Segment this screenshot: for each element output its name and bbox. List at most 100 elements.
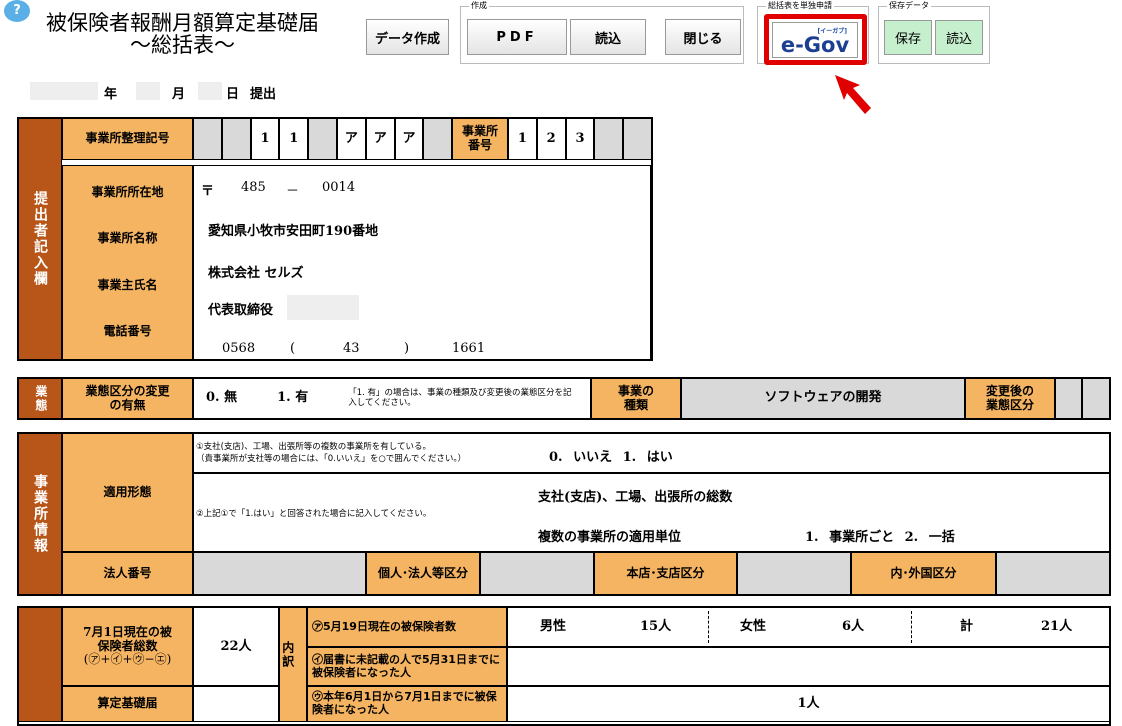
domestic-label: 内･外国区分	[851, 552, 996, 595]
address-label: 事業所所在地	[91, 185, 164, 200]
address-labels: 事業所所在地 事業所名称事業主氏名電話番号	[62, 165, 193, 360]
q1-options[interactable]: 0. いいえ 1. はい	[549, 446, 673, 465]
corp-number-label: 法人番号	[62, 552, 193, 595]
corp-number-value[interactable]	[193, 552, 366, 595]
business-type-value[interactable]: ソフトウェアの開発	[681, 378, 965, 419]
b-label: ㋑届書に未記載の人で5月31日までに被保険者になった人	[307, 647, 507, 686]
page-title: 被保険者報酬月額算定基礎届 ～総括表～	[46, 11, 319, 57]
office-number-cell[interactable]: 1	[508, 118, 537, 160]
owner-value[interactable]: 代表取締役	[208, 299, 273, 318]
office-number-cell[interactable]	[623, 118, 652, 160]
year-field[interactable]	[30, 82, 98, 100]
branch-value[interactable]	[737, 552, 851, 595]
tel-2[interactable]: 43	[343, 341, 360, 356]
office-code-cell[interactable]: 1	[250, 118, 280, 160]
office-code-label: 事業所整理記号	[62, 118, 193, 160]
office-number-cell[interactable]: 3	[565, 118, 595, 160]
day-label: 日	[226, 87, 240, 102]
female-label: 女性	[740, 618, 767, 634]
unit-label: 複数の事業所の適用単位	[538, 530, 682, 545]
owner-name-field[interactable]	[287, 295, 359, 320]
month-field[interactable]	[136, 82, 160, 100]
tel-close: )	[404, 341, 410, 356]
egov-button[interactable]: [イーガブ] e-Gov	[772, 22, 858, 58]
sum-count: 21人	[1041, 618, 1073, 634]
postal-code-2[interactable]: 0014	[322, 180, 355, 195]
tel-3[interactable]: 1661	[452, 341, 485, 356]
office-name-value[interactable]: 株式会社 セルズ	[208, 262, 304, 281]
unit-options[interactable]: 1. 事業所ごと 2. 一括	[805, 526, 955, 545]
office-code-cell[interactable]: ア	[394, 118, 424, 160]
office-code-cell[interactable]: ア	[365, 118, 395, 160]
change-note: 「1. 有」の場合は、事業の種類及び変更後の業態区分を記入してください。	[348, 387, 572, 408]
total-label: 支社(支店)、工場、出張所の総数	[538, 490, 733, 505]
a-row: 男性 15人 女性 6人 計 21人	[507, 607, 1110, 647]
change-options[interactable]: 0. 無 1. 有 「1. 有」の場合は、事業の種類及び変更後の業態区分を記入してく…	[193, 378, 591, 419]
business-type-label: 事業の種類	[591, 378, 681, 419]
egov-logo: e-Gov	[780, 32, 850, 57]
office-info-side-label: 事業所情報	[18, 433, 62, 595]
tel-open: (	[290, 341, 296, 356]
postal-mark: 〒	[201, 184, 215, 199]
office-code-cell[interactable]	[423, 118, 453, 160]
postal-dash: －	[286, 184, 300, 199]
male-count: 15人	[640, 618, 672, 634]
b-row[interactable]	[507, 647, 1110, 686]
male-label: 男性	[540, 618, 567, 634]
owner-label: 事業主氏名	[97, 277, 158, 292]
breakdown-label: 内訳	[279, 607, 307, 722]
opt-0: 0. 無	[206, 390, 238, 406]
insured-total-formula: (㋐+㋑+㋒−㋓)	[83, 652, 172, 667]
tel-1[interactable]: 0568	[222, 341, 255, 356]
read-button[interactable]: 読込	[570, 19, 646, 55]
submit-label: 提出	[250, 87, 277, 102]
row-divider-2	[911, 611, 912, 643]
help-icon[interactable]: ?	[4, 0, 30, 22]
office-code-cell[interactable]: 1	[279, 118, 309, 160]
insured-total-title: 7月1日現在の被保険者総数	[83, 624, 172, 653]
pdf-button[interactable]: PDF	[467, 19, 567, 55]
month-label: 月	[172, 87, 186, 102]
base-label: 算定基礎届	[62, 686, 193, 722]
name-label: 事業所名称	[97, 231, 158, 246]
pointer-arrow-icon	[835, 75, 871, 114]
address-value[interactable]: 愛知県小牧市安田町190番地	[208, 220, 378, 239]
apply-label: 適用形態	[62, 433, 193, 552]
data-create-button[interactable]: データ作成	[366, 19, 449, 55]
year-label: 年	[104, 87, 118, 102]
base-value[interactable]	[193, 686, 279, 722]
insured-total-label: 7月1日現在の被保険者総数 (㋐+㋑+㋒−㋓)	[62, 607, 193, 686]
row-divider-1	[708, 611, 709, 643]
office-number-cell[interactable]	[594, 118, 624, 160]
postal-code-1[interactable]: 485	[241, 180, 266, 195]
day-field[interactable]	[198, 82, 222, 100]
office-number-cell[interactable]: 2	[536, 118, 566, 160]
office-code-cell[interactable]: ア	[337, 118, 366, 160]
q1-text: ①支社(支店)、工場、出張所等の複数の事業所を有している。 （貴事業所が支社等の場…	[196, 442, 467, 464]
c-label: ㋒本年6月1日から7月1日までに被保険者になった人	[307, 686, 507, 722]
branch-label: 本店･支店区分	[594, 552, 737, 595]
tel-label: 電話番号	[103, 323, 152, 338]
insured-side-label	[18, 607, 62, 722]
after-label: 変更後の業態区分	[965, 378, 1055, 419]
after-cell-1[interactable]	[1055, 378, 1082, 419]
opt-1: 1. 有	[277, 390, 309, 406]
c-count[interactable]: 1人	[507, 686, 1110, 722]
insured-total-value[interactable]: 22人	[193, 607, 279, 686]
save-button[interactable]: 保存	[884, 20, 932, 55]
change-label: 業態区分の変更の有無	[62, 378, 193, 419]
sum-label: 計	[960, 618, 974, 634]
office-code-cell[interactable]	[221, 118, 251, 160]
domestic-value[interactable]	[996, 552, 1110, 595]
office-code-cell[interactable]	[193, 118, 222, 160]
close-button[interactable]: 閉じる	[665, 19, 741, 55]
a-label: ㋐5月19日現在の被保険者数	[307, 607, 507, 647]
office-number-label: 事業所番号	[452, 118, 508, 160]
after-cell-2[interactable]	[1082, 378, 1110, 419]
load-button[interactable]: 読込	[935, 20, 983, 55]
office-code-cell[interactable]	[308, 118, 337, 160]
corp-type-label: 個人･法人等区分	[366, 552, 480, 595]
female-count: 6人	[842, 618, 865, 634]
corp-type-value[interactable]	[480, 552, 594, 595]
q2-text: ②上記①で「1.はい」と回答された場合に記入してください。	[196, 509, 432, 519]
